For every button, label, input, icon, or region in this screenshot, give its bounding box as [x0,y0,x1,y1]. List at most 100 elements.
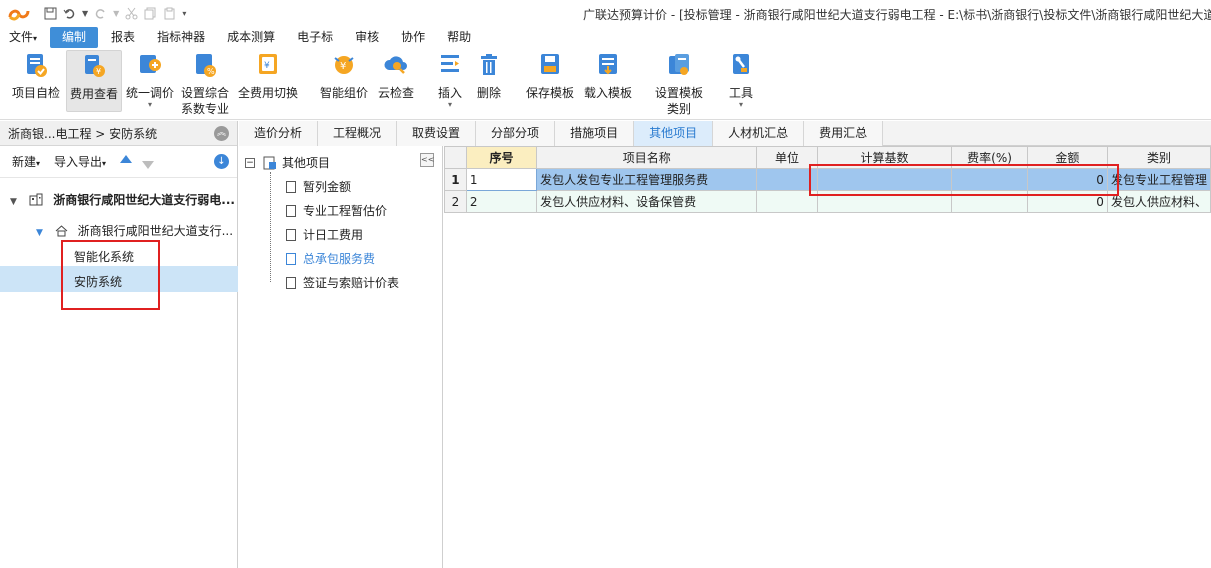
collapse-tree-icon[interactable]: << [420,153,434,167]
tree-item-general-contractor-fee[interactable]: 总承包服务费 [286,250,375,267]
row-number[interactable]: 2 [444,190,467,213]
menu-report[interactable]: 报表 [102,27,144,48]
tab-other-items[interactable]: 其他项目 [634,121,714,146]
column-header-category[interactable]: 类别 [1106,146,1211,169]
navigation-actions: 新建▾ 导入导出▾ ↓ [0,146,237,178]
trash-icon [481,54,497,75]
delete-button[interactable]: 删除 [472,50,506,101]
tab-fee-summary[interactable]: 费用汇总 [804,121,884,146]
row-number[interactable]: 1 [444,168,467,191]
save-template-icon [541,54,559,74]
menu-bar: 文件▾ 编制 报表 指标神器 成本测算 电子标 审核 协作 帮助 [0,27,1211,48]
menu-cost-estimate[interactable]: 成本测算 [218,27,284,48]
insert-icon [441,55,459,72]
tree-item-provisional-sum[interactable]: 暂列金额 [286,178,351,195]
menu-e-bid[interactable]: 电子标 [288,27,342,48]
coefficient-icon: % [196,54,216,77]
tree-root-other-items[interactable]: − 其他项目 [245,154,330,171]
undo-dropdown-icon[interactable]: ▼ [82,9,88,18]
cell-name[interactable]: 发包人供应材料、设备保管费 [536,190,758,213]
tree-unit-node[interactable]: ▼ 浙商银行咸阳世纪大道支行... [36,222,233,239]
tree-project-node[interactable]: ▼ 浙商银行咸阳世纪大道支行弱电... [10,191,235,208]
import-export-button[interactable]: 导入导出▾ [54,153,106,170]
document-icon [286,180,296,193]
window-title: 广联达预算计价 - [投标管理 - 浙商银行咸阳世纪大道支行弱电工程 - E:\… [583,8,1211,22]
menu-review[interactable]: 审核 [346,27,388,48]
menu-file[interactable]: 文件▾ [0,27,46,48]
highlight-annotation-box [809,164,1119,196]
insert-button[interactable]: 插入 ▾ [434,50,466,109]
column-header-seq[interactable]: 序号 [465,146,538,169]
cell-category[interactable]: 发包人供应材料、 [1106,190,1211,213]
fee-view-button[interactable]: ¥ 费用查看 [66,50,122,112]
collapse-panel-icon[interactable]: ︽ [214,126,229,141]
tab-measure-items[interactable]: 措施项目 [555,121,635,146]
full-cost-switch-button[interactable]: ¥ 全费用切换 [236,50,300,101]
quick-access-toolbar: ▼ ▼ ▾ [44,7,186,20]
redo-icon[interactable] [94,7,107,20]
tab-project-overview[interactable]: 工程概况 [318,121,398,146]
other-items-grid: 序号 项目名称 单位 计算基数 费率(%) 金额 类别 1 1 发包人发包专业工… [444,146,1211,568]
tab-divisional-items[interactable]: 分部分项 [476,121,556,146]
tree-item-daywork[interactable]: 计日工费用 [286,226,363,243]
copy-icon[interactable] [144,7,157,20]
expand-triangle-icon[interactable]: ▼ [10,197,17,207]
paste-icon[interactable] [163,7,176,20]
building-icon [29,193,43,206]
fee-view-icon: ¥ [85,55,105,77]
tools-button[interactable]: 工具 ▾ [724,50,758,109]
svg-text:¥: ¥ [264,61,270,71]
tab-fee-settings[interactable]: 取费设置 [397,121,477,146]
new-button[interactable]: 新建▾ [12,153,40,170]
app-logo-icon [8,9,30,20]
project-self-check-button[interactable]: 项目自检 [8,50,64,101]
svg-text:¥: ¥ [96,67,101,76]
tree-item-specialty-estimate[interactable]: 专业工程暂估价 [286,202,387,219]
folder-doc-icon [263,156,276,169]
collapse-square-icon[interactable]: − [245,157,255,168]
cell-seq[interactable]: 1 [465,168,538,191]
save-template-button[interactable]: 保存模板 [522,50,578,101]
title-bar: ▼ ▼ ▾ 广联达预算计价 - [投标管理 - 浙商银行咸阳世纪大道支行弱电工程… [0,0,1211,27]
check-report-icon [27,54,47,77]
set-coefficient-button[interactable]: % 设置综合 系数专业 [178,50,232,117]
set-template-category-button[interactable]: 设置模板 类别 [650,50,708,117]
expand-triangle-icon[interactable]: ▼ [36,228,43,238]
menu-edit[interactable]: 编制 [50,27,99,48]
cell-category[interactable]: 发包专业工程管理 [1106,168,1211,191]
cell-seq[interactable]: 2 [465,190,538,213]
unified-price-adjust-dropdown-icon[interactable]: ▾ [124,101,176,109]
breadcrumb-text: 浙商银...电工程 > 安防系统 [8,126,158,141]
highlight-annotation-box [61,240,160,310]
redo-dropdown-icon[interactable]: ▼ [113,9,119,18]
load-template-button[interactable]: 载入模板 [580,50,636,101]
menu-index-tool[interactable]: 指标神器 [148,27,214,48]
smart-pricing-icon: ¥ [334,56,354,74]
download-icon[interactable]: ↓ [214,154,229,169]
move-up-icon[interactable] [120,154,133,163]
menu-collaborate[interactable]: 协作 [392,27,434,48]
insert-dropdown-icon[interactable]: ▾ [434,101,466,109]
tab-cost-analysis[interactable]: 造价分析 [239,121,319,146]
price-adjust-icon [140,55,161,73]
smart-pricing-button[interactable]: ¥ 智能组价 [318,50,370,101]
save-icon[interactable] [44,7,57,20]
tools-dropdown-icon[interactable]: ▾ [724,101,758,109]
move-down-icon[interactable] [142,160,155,169]
cell-name[interactable]: 发包人发包专业工程管理服务费 [536,168,758,191]
cut-icon[interactable] [125,7,138,20]
menu-help[interactable]: 帮助 [438,27,480,48]
customize-dropdown-icon[interactable]: ▾ [182,9,186,18]
cloud-check-button[interactable]: 云检查 [374,50,418,101]
full-cost-switch-icon: ¥ [259,54,277,74]
load-template-icon [599,54,617,75]
unified-price-adjust-button[interactable]: 统一调价 ▾ [124,50,176,109]
undo-icon[interactable] [63,7,76,20]
tab-labor-material-summary[interactable]: 人材机汇总 [713,121,805,146]
svg-text:¥: ¥ [340,61,346,72]
column-header-name[interactable]: 项目名称 [536,146,758,169]
tree-item-claims-table[interactable]: 签证与索赔计价表 [286,274,399,291]
document-icon [286,228,296,241]
document-icon [286,252,296,265]
ribbon-toolbar: 项目自检 ¥ 费用查看 统一调价 ▾ % 设置综合 系数专业 ¥ 全费用切换 ¥… [0,48,1211,120]
